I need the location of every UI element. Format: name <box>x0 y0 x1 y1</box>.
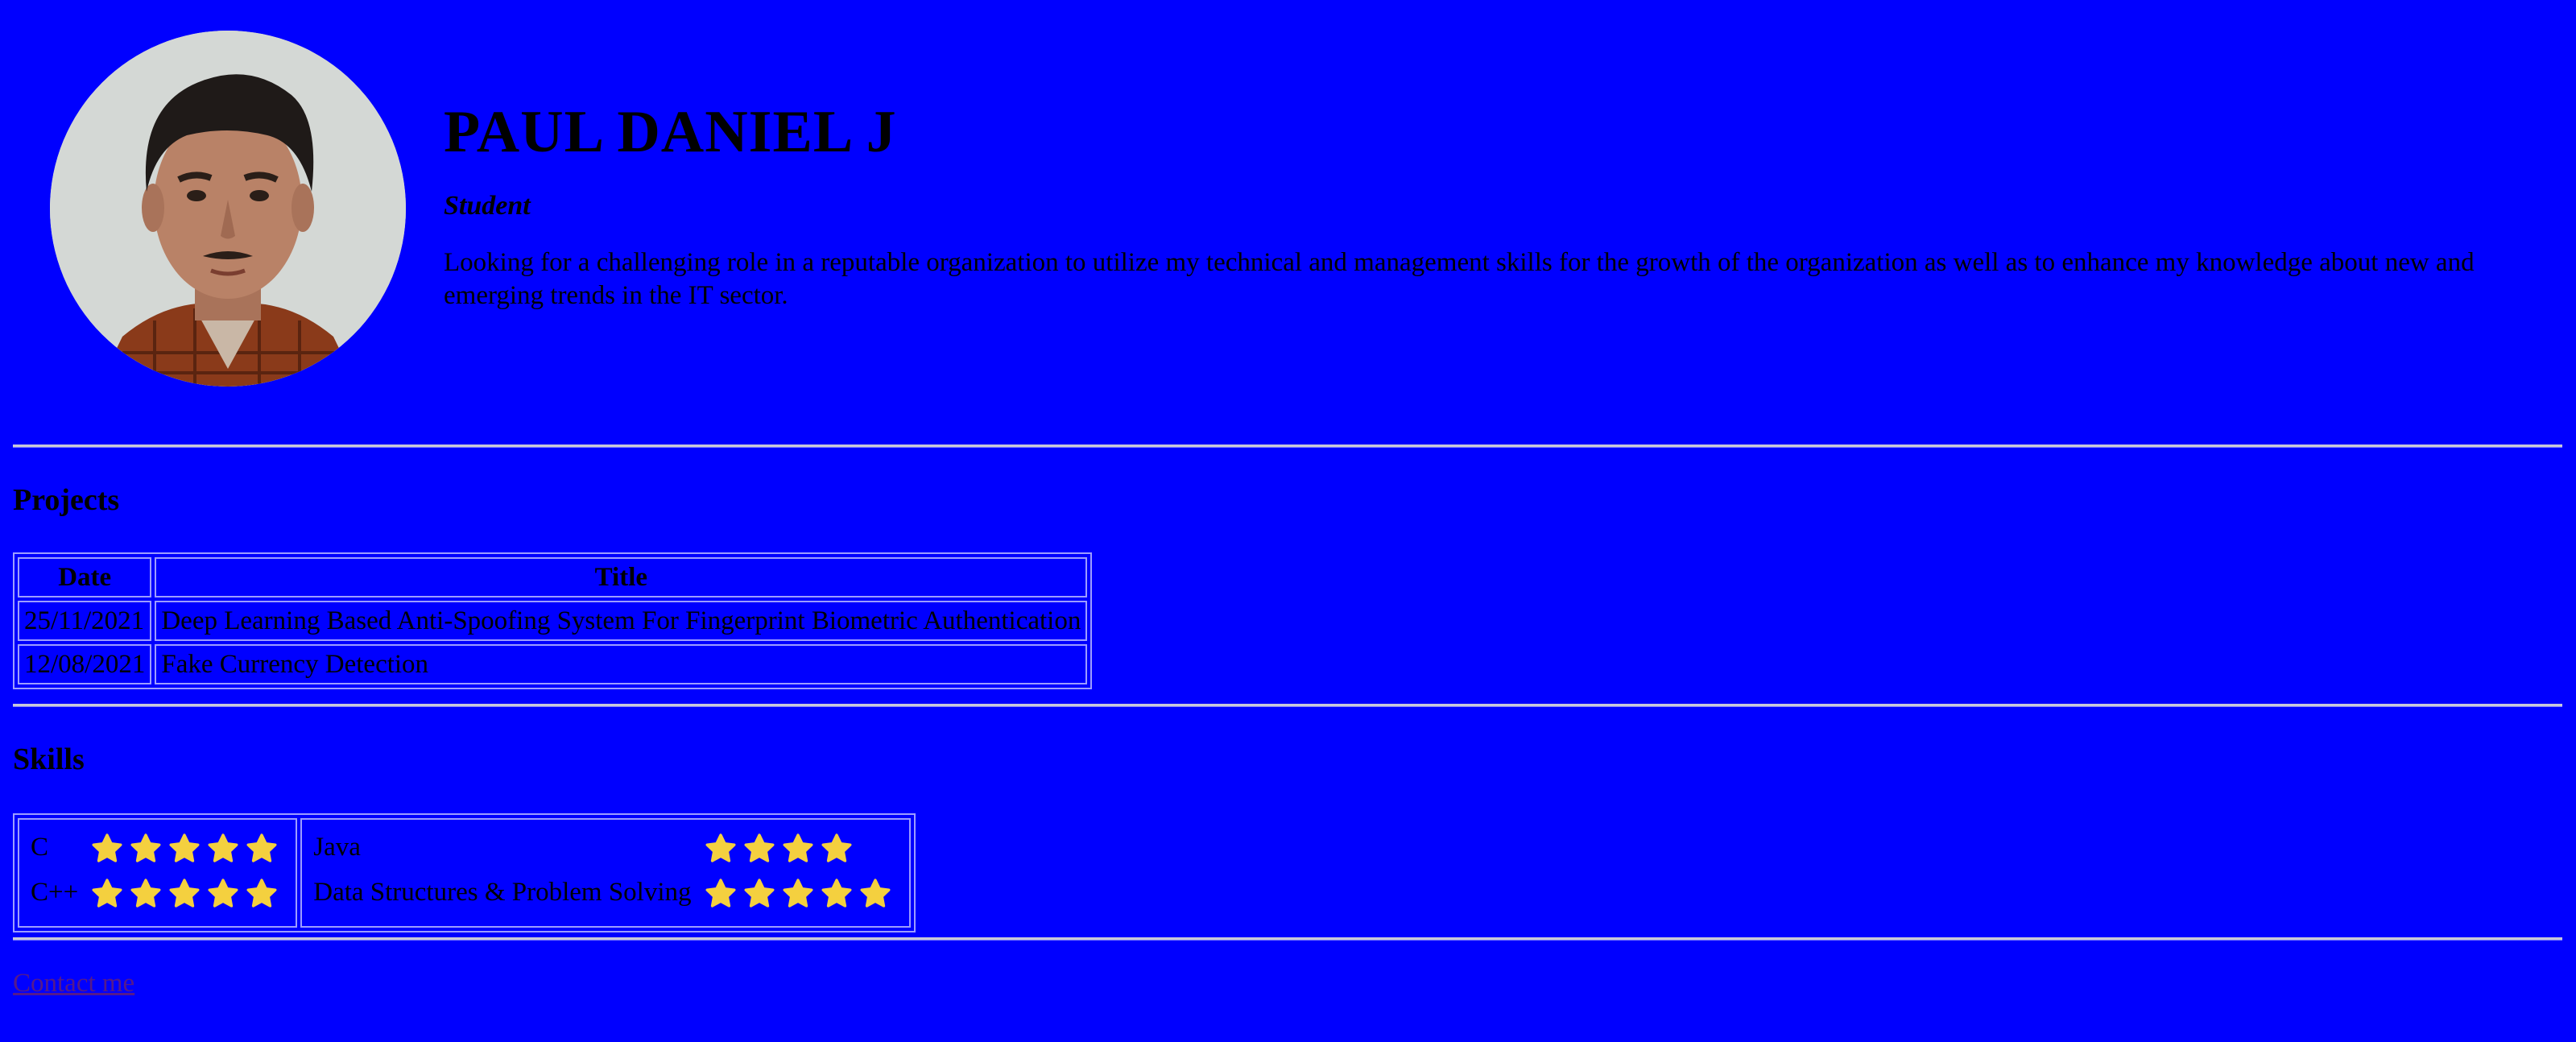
star-icon <box>246 833 277 863</box>
skills-table: C C++ Java Data Structures & Problem Sol… <box>13 813 916 932</box>
divider-top <box>13 445 2562 448</box>
star-icon <box>821 879 852 908</box>
skills-right-list: Java Data Structures & Problem Solving <box>307 828 903 918</box>
skill-row: Data Structures & Problem Solving <box>307 873 903 918</box>
profile-name: PAUL DANIEL J <box>444 99 897 165</box>
skill-name: Java <box>313 833 361 862</box>
star-icon <box>705 879 736 908</box>
star-icon <box>744 833 775 863</box>
star-icon <box>705 833 736 863</box>
project-date: 12/08/2021 <box>18 644 152 684</box>
star-icon <box>92 879 122 908</box>
star-icon <box>860 879 891 908</box>
skills-heading: Skills <box>13 742 85 776</box>
project-title: Deep Learning Based Anti-Spoofing System… <box>155 601 1088 641</box>
skill-name: Data Structures & Problem Solving <box>313 878 692 907</box>
table-row: 25/11/2021 Deep Learning Based Anti-Spoo… <box>18 601 1088 641</box>
skill-row: C++ <box>24 873 291 918</box>
star-icon <box>169 833 200 863</box>
star-icon <box>246 879 277 908</box>
skill-rating <box>85 828 291 873</box>
skill-row: C <box>24 828 291 873</box>
profile-summary: Looking for a challenging role in a repu… <box>444 248 2475 310</box>
star-icon <box>92 833 122 863</box>
skill-rating <box>85 873 291 918</box>
table-row: 12/08/2021 Fake Currency Detection <box>18 644 1088 684</box>
profile-header: PAUL DANIEL J Student Looking for a chal… <box>13 0 2562 419</box>
projects-header-date: Date <box>18 557 152 597</box>
divider-middle <box>13 704 2562 707</box>
skill-row: Java <box>307 828 903 873</box>
star-icon <box>130 833 161 863</box>
profile-photo <box>50 31 406 387</box>
projects-table: Date Title 25/11/2021 Deep Learning Base… <box>13 552 1093 689</box>
projects-heading: Projects <box>13 483 120 517</box>
project-date: 25/11/2021 <box>18 601 152 641</box>
star-icon <box>208 833 238 863</box>
project-title: Fake Currency Detection <box>155 644 1088 684</box>
skill-rating <box>698 873 904 918</box>
star-icon <box>169 879 200 908</box>
skills-left-cell: C C++ <box>18 818 298 928</box>
profile-photo-image <box>50 31 406 387</box>
contact-link[interactable]: Contact me <box>13 966 134 1000</box>
star-icon <box>821 833 852 863</box>
profile-role: Student <box>444 191 531 221</box>
skill-name: C++ <box>31 878 79 907</box>
profile-intro: PAUL DANIEL J Student Looking for a chal… <box>444 97 2537 312</box>
divider-bottom <box>13 937 2562 941</box>
skill-rating <box>698 828 904 873</box>
skill-name: C <box>31 833 49 862</box>
star-icon <box>783 833 813 863</box>
star-icon <box>208 879 238 908</box>
star-icon <box>783 879 813 908</box>
star-icon <box>744 879 775 908</box>
projects-header-title: Title <box>155 557 1088 597</box>
skills-right-cell: Java Data Structures & Problem Solving <box>300 818 911 928</box>
projects-header-row: Date Title <box>18 557 1088 597</box>
star-icon <box>130 879 161 908</box>
skills-left-list: C C++ <box>24 828 291 918</box>
resume-page: PAUL DANIEL J Student Looking for a chal… <box>13 0 2562 1042</box>
